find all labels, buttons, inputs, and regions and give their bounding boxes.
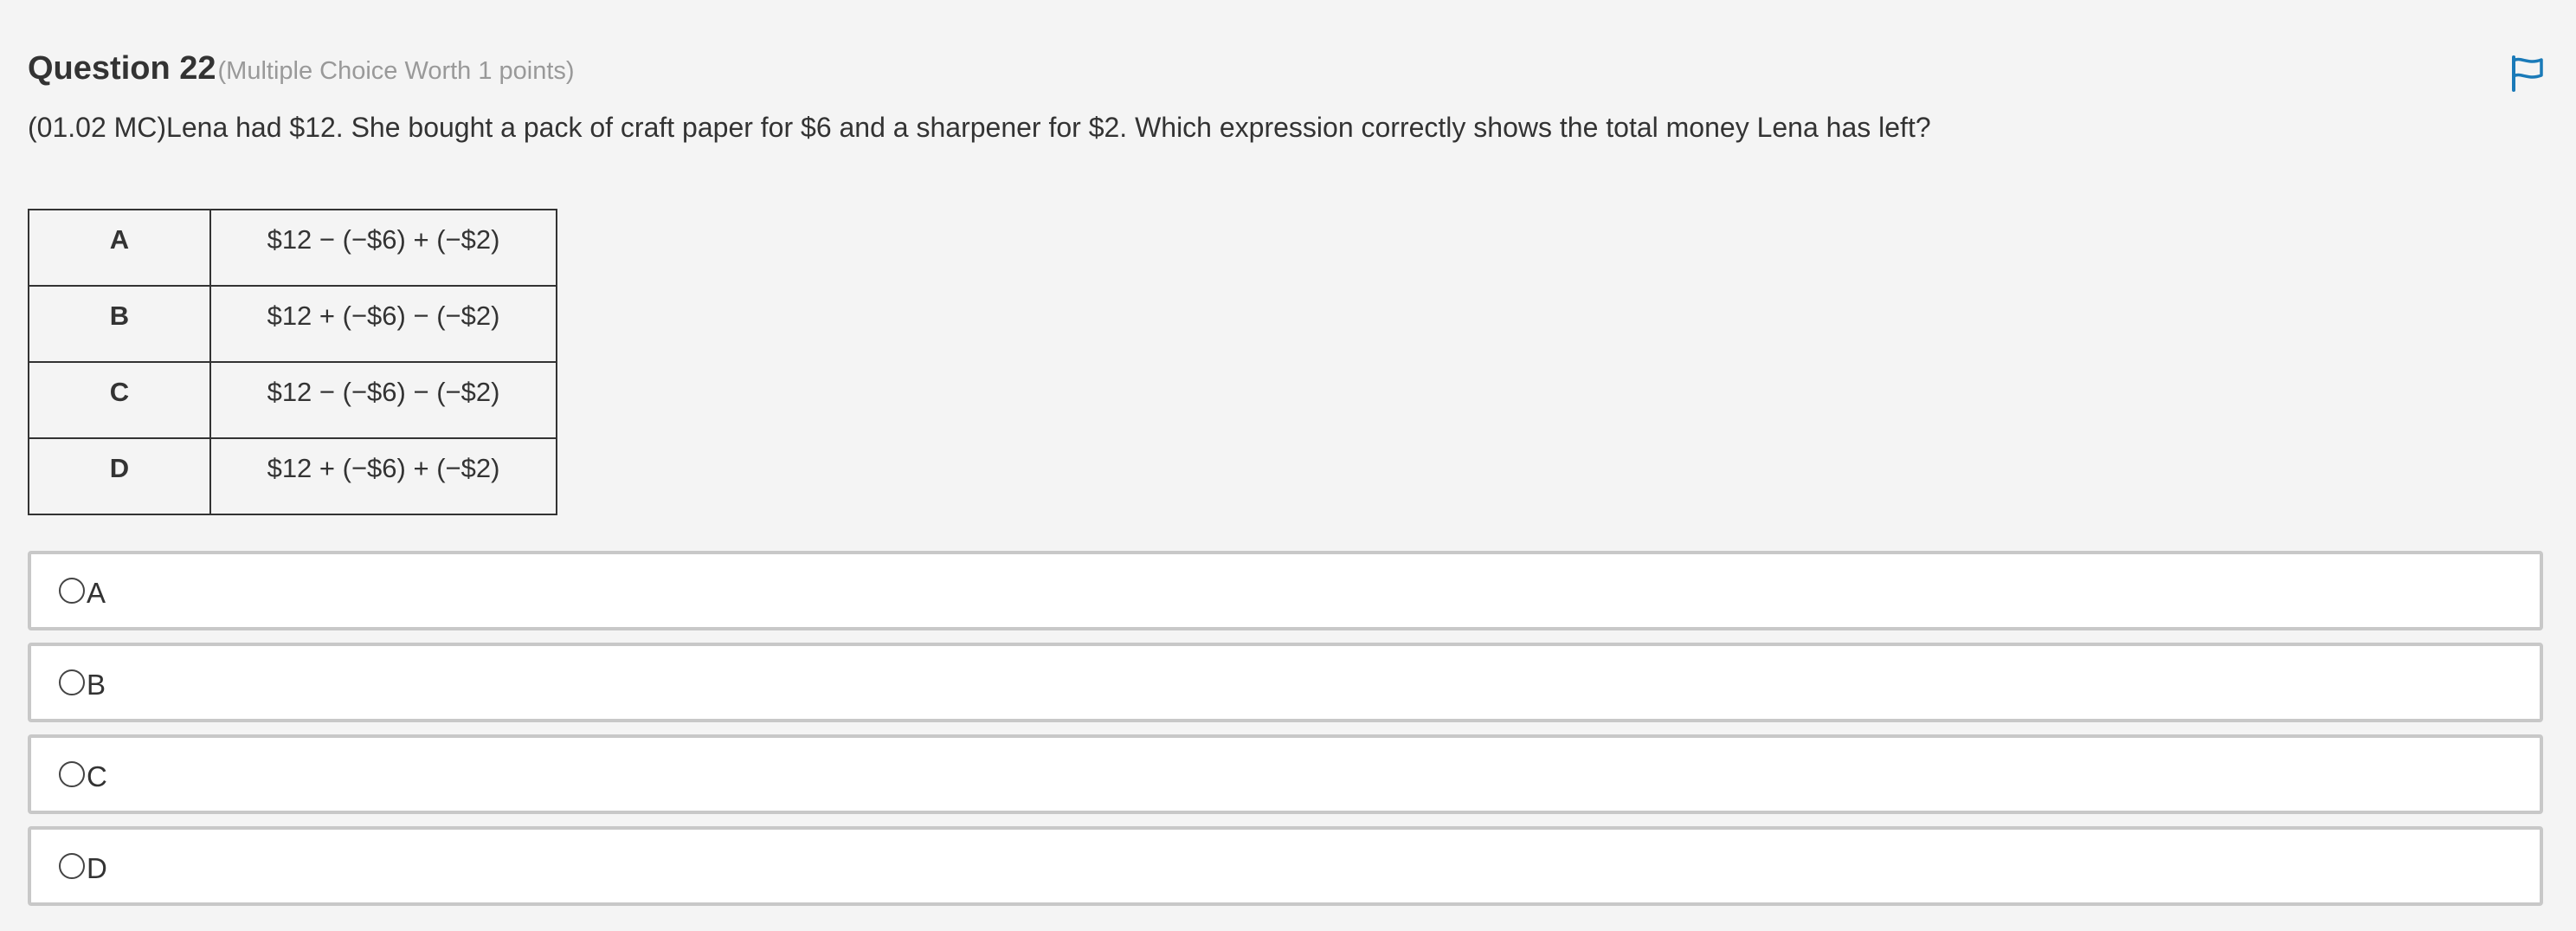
choice-letter: A [28, 209, 211, 287]
option-label: A [87, 577, 106, 609]
option-label: C [87, 760, 107, 792]
choice-letter: B [28, 285, 211, 363]
option-label: B [87, 669, 106, 701]
radio-button[interactable] [59, 578, 85, 604]
answer-option-b[interactable]: B [28, 643, 2543, 722]
table-row: D $12 + (−$6) + (−$2) [28, 437, 557, 515]
answer-option-a[interactable]: A [28, 551, 2543, 630]
choice-expression: $12 − (−$6) + (−$2) [209, 209, 557, 287]
choice-letter: D [28, 437, 211, 515]
question-prompt: (01.02 MC)Lena had $12. She bought a pac… [28, 112, 1931, 143]
choice-expression: $12 + (−$6) + (−$2) [209, 437, 557, 515]
radio-button[interactable] [59, 761, 85, 787]
radio-button[interactable] [59, 669, 85, 695]
question-header: Question 22 (Multiple Choice Worth 1 poi… [28, 50, 575, 97]
question-title: Question 22 [28, 50, 216, 87]
option-label: D [87, 852, 107, 884]
choice-expression: $12 − (−$6) − (−$2) [209, 361, 557, 439]
choices-table: A $12 − (−$6) + (−$2) B $12 + (−$6) − (−… [28, 209, 557, 515]
table-row: A $12 − (−$6) + (−$2) [28, 209, 557, 287]
table-row: C $12 − (−$6) − (−$2) [28, 361, 557, 439]
question-points: (Multiple Choice Worth 1 points) [217, 57, 575, 85]
answer-option-c[interactable]: C [28, 734, 2543, 814]
answer-options: A B C D [28, 551, 2543, 918]
choice-expression: $12 + (−$6) − (−$2) [209, 285, 557, 363]
flag-icon[interactable] [2508, 54, 2547, 92]
table-row: B $12 + (−$6) − (−$2) [28, 285, 557, 363]
radio-button[interactable] [59, 853, 85, 879]
choice-letter: C [28, 361, 211, 439]
answer-option-d[interactable]: D [28, 826, 2543, 906]
